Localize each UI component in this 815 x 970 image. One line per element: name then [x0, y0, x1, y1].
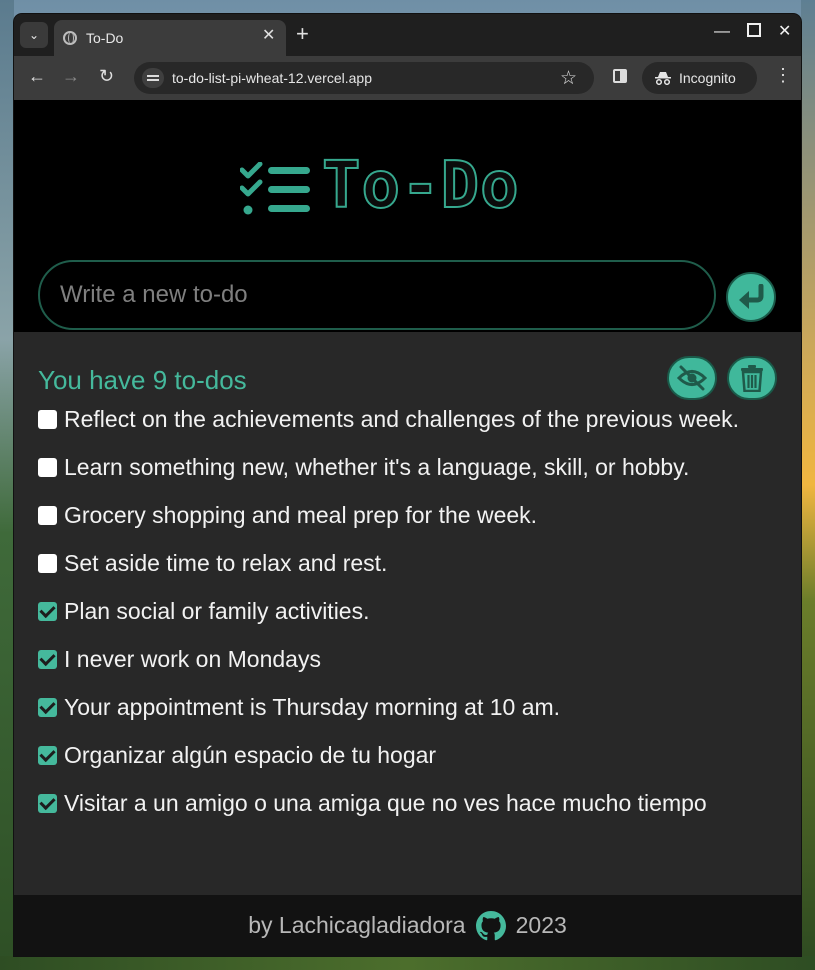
maximize-icon[interactable] — [747, 23, 761, 41]
bookmark-star-icon[interactable]: ☆ — [560, 67, 577, 90]
todo-checkbox[interactable] — [38, 554, 57, 573]
minimize-icon[interactable]: — — [714, 24, 730, 40]
todo-text: I never work on Mondays — [64, 646, 321, 672]
url-text[interactable]: to-do-list-pi-wheat-12.vercel.app — [172, 70, 372, 86]
kebab-menu-icon[interactable]: ⋮ — [774, 66, 792, 84]
todo-text: Reflect on the achievements and challeng… — [64, 406, 740, 432]
close-tab-icon[interactable]: ✕ — [262, 28, 275, 44]
footer-year: 2023 — [515, 912, 567, 938]
new-todo-form — [14, 242, 801, 332]
todo-checkbox[interactable] — [38, 746, 57, 765]
tab-search-button[interactable]: ⌄ — [20, 22, 48, 48]
page-content: To-Do You have 9 to-dos — [14, 100, 801, 956]
back-arrow-icon[interactable]: ← — [28, 67, 46, 85]
incognito-icon — [655, 72, 671, 85]
author-credit: by Lachicagladiadora — [248, 912, 466, 938]
github-icon[interactable] — [475, 910, 506, 941]
tab-bar: ⌄ To-Do ✕ + — ✕ — [14, 14, 801, 56]
close-window-icon[interactable]: ✕ — [778, 24, 791, 40]
reload-icon[interactable]: ↻ — [99, 67, 114, 85]
trash-icon — [741, 365, 763, 392]
todo-checkbox[interactable] — [38, 410, 57, 429]
site-info-icon[interactable] — [142, 68, 164, 88]
side-panel-icon[interactable] — [613, 69, 627, 83]
chevron-down-icon: ⌄ — [28, 28, 40, 42]
todo-checkbox[interactable] — [38, 602, 57, 621]
desktop-wallpaper-left — [0, 0, 14, 970]
hide-completed-button[interactable] — [667, 356, 717, 400]
todo-checkbox[interactable] — [38, 506, 57, 525]
app-header: To-Do — [14, 100, 801, 242]
desktop-wallpaper-bottom — [0, 956, 815, 970]
enter-arrow-icon — [739, 284, 764, 309]
todo-count-text: You have 9 to-dos — [38, 365, 247, 395]
browser-window: ⌄ To-Do ✕ + — ✕ ← → ↻ to-do-list-pi-whea… — [14, 14, 801, 956]
todo-text: Plan social or family activities. — [64, 598, 370, 624]
todo-text: Organizar algún espacio de tu hogar — [64, 742, 437, 768]
todo-checkbox[interactable] — [38, 458, 57, 477]
todo-checkbox[interactable] — [38, 794, 57, 813]
address-bar[interactable]: to-do-list-pi-wheat-12.vercel.app ☆ — [134, 62, 594, 94]
todo-text: Grocery shopping and meal prep for the w… — [64, 502, 538, 528]
tab-todo[interactable]: To-Do ✕ — [54, 20, 286, 56]
new-tab-button[interactable]: + — [296, 23, 309, 45]
desktop-wallpaper-right — [801, 0, 815, 970]
add-todo-button[interactable] — [726, 272, 776, 322]
logo-title: To-Do — [321, 146, 588, 226]
todo-text: Visitar a un amigo o una amiga que no ve… — [64, 790, 707, 816]
new-todo-input[interactable] — [38, 260, 716, 330]
app-footer: by Lachicagladiadora 2023 — [14, 895, 801, 956]
delete-completed-button[interactable] — [727, 356, 777, 400]
todo-checkbox[interactable] — [38, 650, 57, 669]
footer-content: by Lachicagladiadora 2023 — [14, 895, 801, 956]
todo-text: Learn something new, whether it's a lang… — [64, 454, 690, 480]
todo-checkbox[interactable] — [38, 698, 57, 717]
checklist-logo-icon — [240, 162, 310, 215]
browser-toolbar: ← → ↻ to-do-list-pi-wheat-12.vercel.app … — [14, 56, 801, 100]
incognito-label: Incognito — [679, 70, 736, 86]
tab-title: To-Do — [86, 30, 124, 46]
todo-text: Set aside time to relax and rest. — [64, 550, 388, 576]
forward-arrow-icon[interactable]: → — [62, 67, 80, 85]
eye-slash-icon — [677, 365, 707, 391]
todo-text: Your appointment is Thursday morning at … — [64, 694, 561, 720]
globe-icon — [63, 31, 77, 45]
todo-count-row: You have 9 to-dos — [14, 332, 801, 400]
incognito-indicator[interactable]: Incognito — [642, 62, 757, 94]
